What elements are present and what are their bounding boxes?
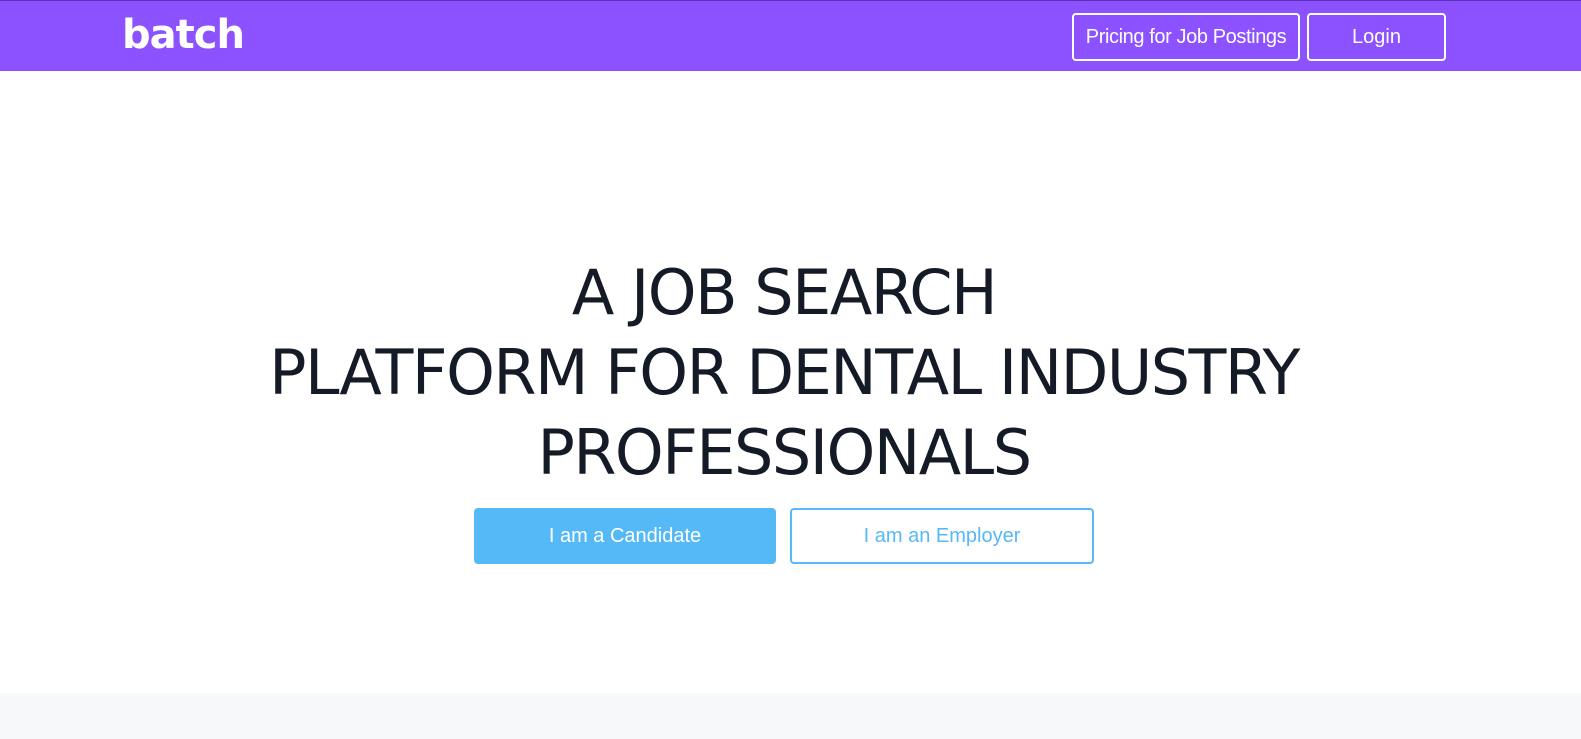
login-button[interactable]: Login [1307, 13, 1446, 61]
headline-line-3: PROFESSIONALS [537, 416, 1032, 489]
top-navbar: batch Pricing for Job Postings Login [0, 0, 1581, 71]
next-section-band [0, 693, 1581, 739]
headline-line-2: PLATFORM FOR DENTAL INDUSTRY [269, 336, 1300, 409]
candidate-button[interactable]: I am a Candidate [474, 508, 776, 564]
hero-headline: A JOB SEARCH PLATFORM FOR DENTAL INDUSTR… [0, 253, 1568, 493]
batch-logo[interactable]: batch [122, 11, 245, 59]
pricing-button[interactable]: Pricing for Job Postings [1072, 13, 1300, 61]
hero-section: A JOB SEARCH PLATFORM FOR DENTAL INDUSTR… [0, 71, 1581, 693]
headline-line-1: A JOB SEARCH [571, 256, 998, 329]
employer-button[interactable]: I am an Employer [790, 508, 1094, 564]
